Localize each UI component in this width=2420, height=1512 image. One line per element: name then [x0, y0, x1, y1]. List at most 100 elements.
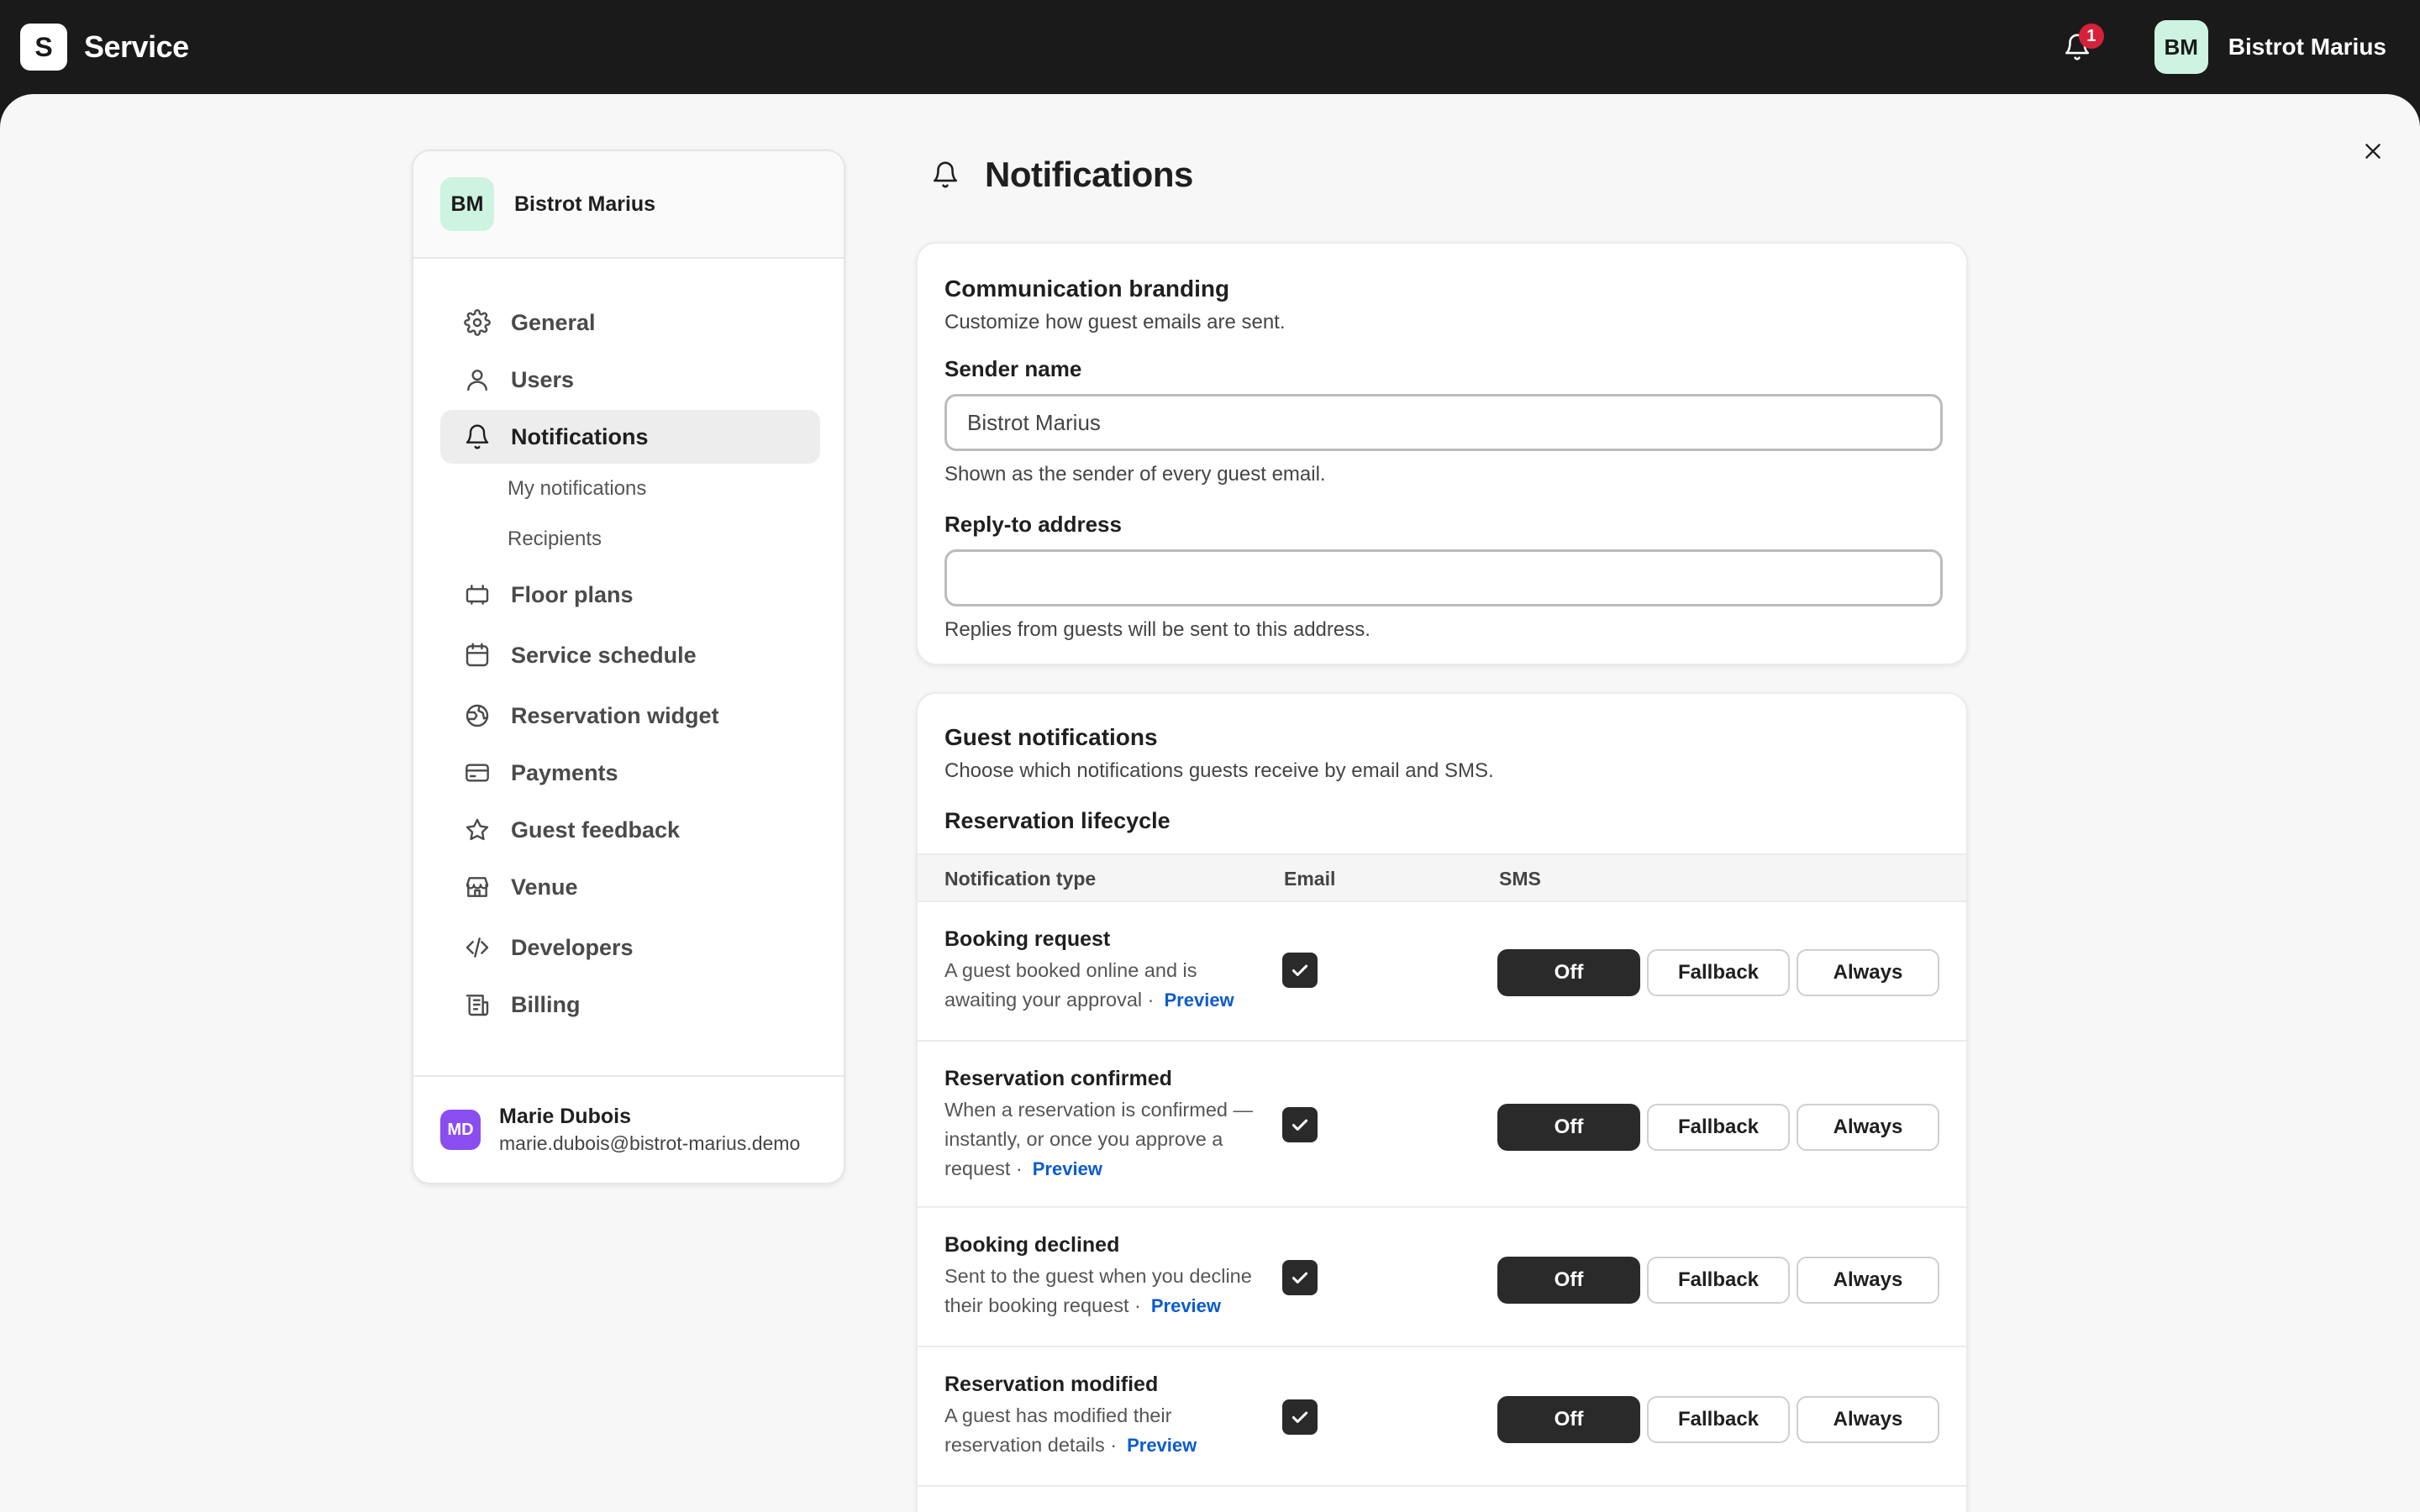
avatar: MD: [440, 1110, 481, 1150]
email-checkbox[interactable]: [1282, 953, 1318, 988]
top-right-controls: 1 BM Bistrot Marius: [2050, 20, 2386, 74]
row-description: A guest booked online and is awaiting yo…: [944, 956, 1272, 1015]
close-button[interactable]: [2349, 128, 2396, 175]
sender-name-input[interactable]: [944, 394, 1943, 451]
sidebar-item-notifications[interactable]: Notifications: [440, 410, 820, 464]
sms-off-button[interactable]: Off: [1497, 1257, 1640, 1304]
table-header: Notification type Email SMS: [918, 853, 1966, 902]
sidebar-item-users[interactable]: Users: [440, 353, 820, 407]
row-description: A guest has modified their reservation d…: [944, 1401, 1272, 1460]
sidebar-item-developers[interactable]: Developers: [440, 921, 820, 974]
check-icon: [1292, 964, 1308, 976]
settings-canvas: BM Bistrot Marius General Users Notifica…: [0, 94, 2420, 1512]
settings-nav: General Users Notifications My notificat…: [440, 286, 820, 1032]
check-icon: [1292, 1272, 1308, 1284]
venue-avatar: BM: [440, 177, 494, 231]
table-row: Booking declined Sent to the guest when …: [918, 1208, 1966, 1347]
user-name[interactable]: Bistrot Marius: [2228, 34, 2386, 60]
app-logo: S: [20, 24, 67, 71]
sidebar-item-guest-feedback[interactable]: Guest feedback: [440, 803, 820, 857]
sms-segmented-control: Off Fallback Always: [1497, 1257, 1939, 1304]
sms-always-button[interactable]: Always: [1797, 949, 1939, 996]
column-header-email: Email: [1284, 868, 1336, 890]
sidebar-subitem-recipients[interactable]: Recipients: [440, 514, 820, 564]
globe-icon: [466, 704, 489, 727]
receipt-icon: [466, 995, 489, 1016]
row-title: Reservation confirmed: [944, 1067, 1172, 1090]
email-checkbox[interactable]: [1282, 1399, 1318, 1435]
card-subtitle: Customize how guest emails are sent.: [944, 311, 1286, 333]
sms-fallback-button[interactable]: Fallback: [1647, 1396, 1790, 1443]
preview-link[interactable]: Preview: [1165, 990, 1234, 1011]
sidebar-item-label: Guest feedback: [511, 816, 681, 843]
app-name: Service: [84, 29, 189, 64]
page-header: Notifications: [931, 155, 1193, 195]
row-title: Booking request: [944, 927, 1111, 951]
sms-always-button[interactable]: Always: [1797, 1104, 1939, 1151]
sms-segmented-control: Off Fallback Always: [1497, 1104, 1939, 1151]
sms-segmented-control: Off Fallback Always: [1497, 1396, 1939, 1443]
column-header-type: Notification type: [944, 868, 1097, 890]
email-checkbox[interactable]: [1282, 1260, 1318, 1295]
card-title: Guest notifications: [944, 724, 1158, 750]
preview-link[interactable]: Preview: [1033, 1158, 1102, 1179]
reply-to-input[interactable]: [944, 549, 1943, 606]
user-avatar[interactable]: BM: [2154, 20, 2208, 74]
notifications-button[interactable]: 1: [2050, 20, 2104, 74]
sidebar-item-label: Payments: [511, 759, 618, 785]
settings-sidebar: BM Bistrot Marius General Users Notifica…: [412, 150, 845, 1184]
sidebar-item-service-schedule[interactable]: Service schedule: [440, 628, 820, 682]
store-icon: [466, 877, 489, 897]
preview-link[interactable]: Preview: [1151, 1295, 1221, 1316]
sms-off-button[interactable]: Off: [1497, 1396, 1640, 1443]
sidebar-venue-header[interactable]: BM Bistrot Marius: [413, 151, 844, 259]
preview-link[interactable]: Preview: [1127, 1435, 1197, 1456]
sms-off-button[interactable]: Off: [1497, 1104, 1640, 1151]
sidebar-item-label: Billing: [511, 991, 581, 1017]
sidebar-item-reservation-widget[interactable]: Reservation widget: [440, 689, 820, 743]
reply-to-help: Replies from guests will be sent to this…: [944, 618, 1370, 641]
sms-fallback-button[interactable]: Fallback: [1647, 949, 1790, 996]
sidebar-item-label: Notifications: [511, 423, 649, 449]
sidebar-item-floor-plans[interactable]: Floor plans: [440, 568, 820, 622]
sender-name-help: Shown as the sender of every guest email…: [944, 463, 1326, 486]
sidebar-item-label: Service schedule: [511, 642, 697, 668]
column-header-sms: SMS: [1499, 868, 1541, 890]
sms-fallback-button[interactable]: Fallback: [1647, 1257, 1790, 1304]
bell-icon: [933, 161, 958, 188]
calendar-icon: [466, 643, 489, 667]
sidebar-user-footer[interactable]: MD Marie Dubois marie.dubois@bistrot-mar…: [413, 1075, 844, 1183]
sidebar-item-general[interactable]: General: [440, 296, 820, 349]
email-checkbox[interactable]: [1282, 1107, 1318, 1142]
check-icon: [1292, 1411, 1308, 1423]
sidebar-item-label: Users: [511, 366, 575, 392]
sms-segmented-control: Off Fallback Always: [1497, 949, 1939, 996]
sidebar-item-venue[interactable]: Venue: [440, 860, 820, 914]
sms-always-button[interactable]: Always: [1797, 1257, 1939, 1304]
row-title: Booking declined: [944, 1233, 1120, 1257]
code-icon: [466, 937, 489, 958]
card-subtitle: Choose which notifications guests receiv…: [944, 759, 1494, 782]
gear-icon: [464, 309, 491, 336]
sidebar-subitem-my-notifications[interactable]: My notifications: [440, 464, 820, 514]
sidebar-item-billing[interactable]: Billing: [440, 978, 820, 1032]
sidebar-item-label: Venue: [511, 874, 578, 900]
user-name: Marie Dubois: [499, 1105, 631, 1128]
sms-fallback-button[interactable]: Fallback: [1647, 1104, 1790, 1151]
brand[interactable]: S Service: [20, 24, 189, 71]
row-description: When a reservation is confirmed — instan…: [944, 1095, 1272, 1184]
communication-branding-card: Communication branding Customize how gue…: [916, 242, 1968, 665]
notification-badge: 1: [2078, 24, 2104, 49]
sms-off-button[interactable]: Off: [1497, 949, 1640, 996]
sms-always-button[interactable]: Always: [1797, 1396, 1939, 1443]
sidebar-item-payments[interactable]: Payments: [440, 746, 820, 800]
row-description-text: A guest booked online and is awaiting yo…: [944, 959, 1197, 1011]
top-bar: S Service 1 BM Bistrot Marius: [0, 0, 2420, 94]
check-icon: [1292, 1119, 1308, 1131]
sidebar-item-label: Reservation widget: [511, 702, 719, 728]
floor-plan-icon: [466, 585, 489, 605]
sidebar-item-label: Floor plans: [511, 581, 634, 607]
row-title: Reservation modified: [944, 1373, 1159, 1396]
user-info: Marie Dubois marie.dubois@bistrot-marius…: [499, 1105, 800, 1155]
close-icon: [2365, 144, 2381, 159]
